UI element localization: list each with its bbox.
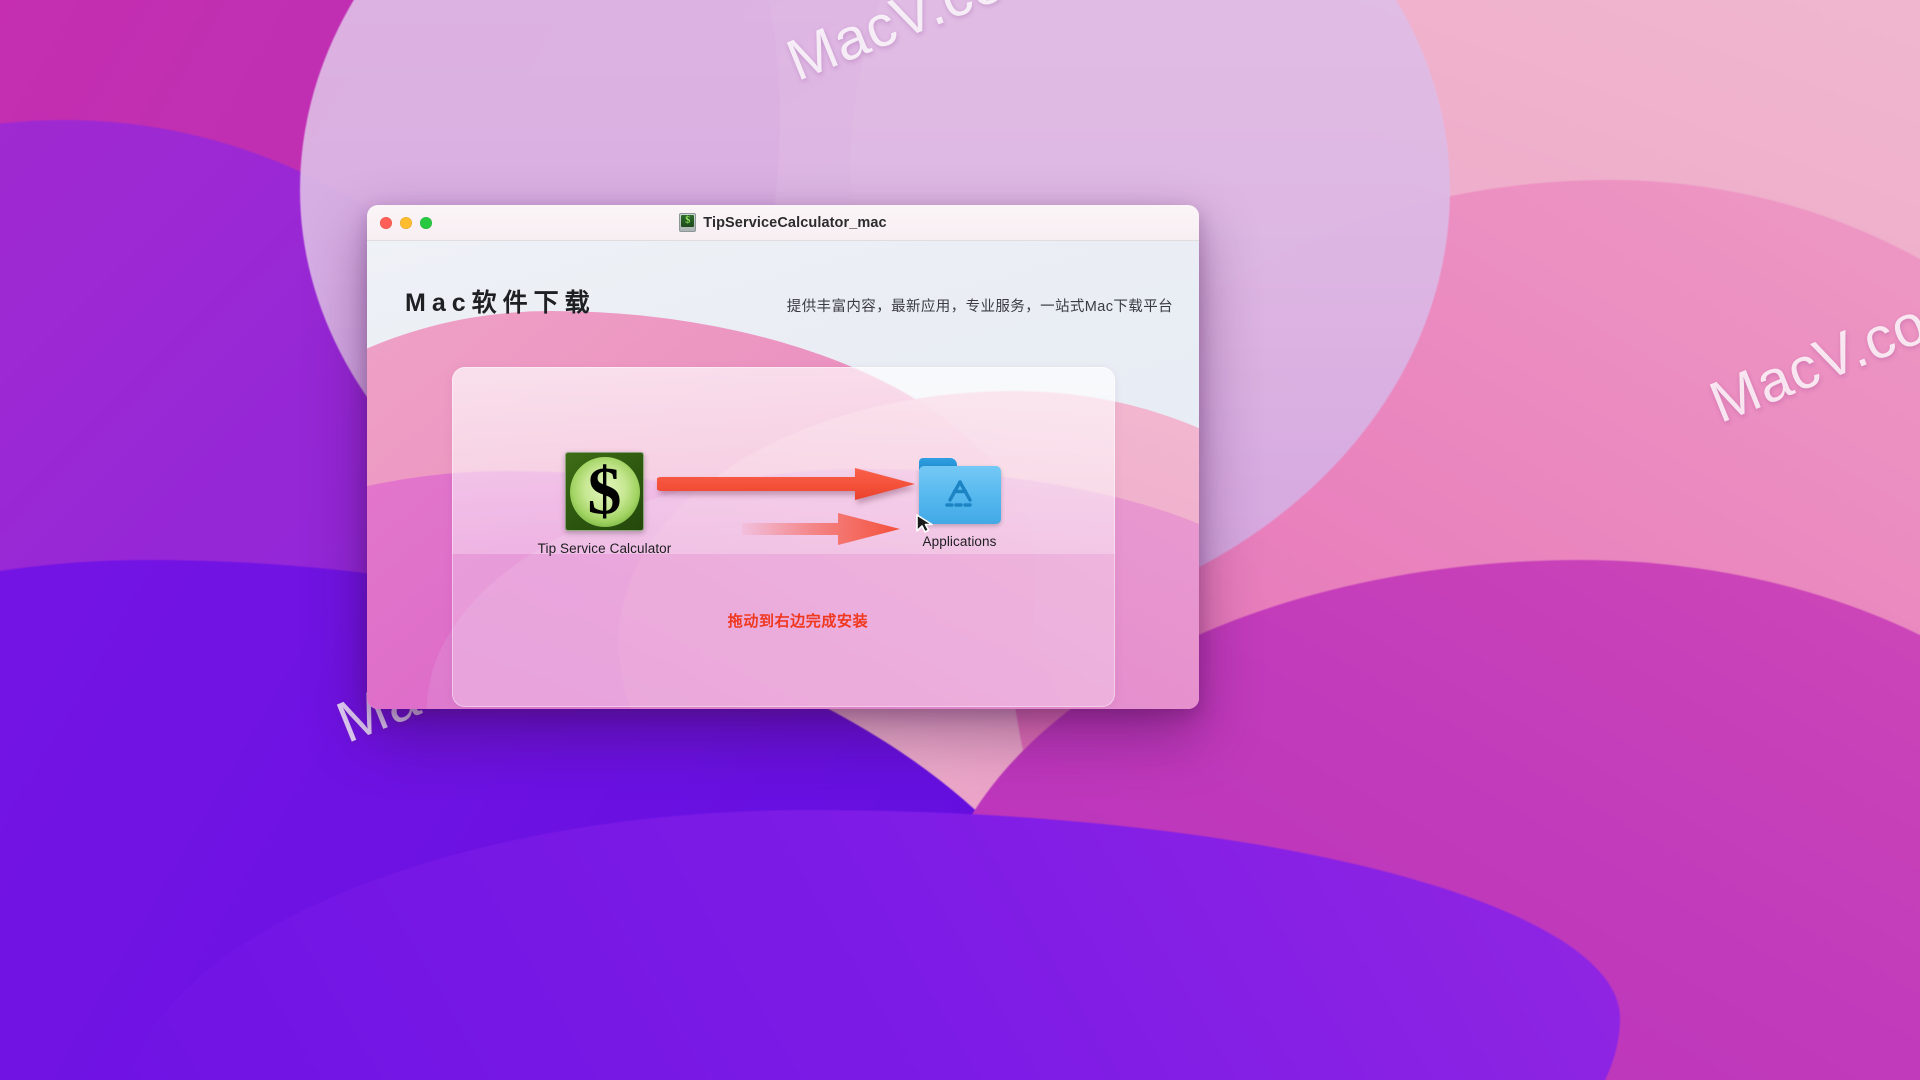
- traffic-light-buttons: [380, 216, 432, 229]
- dmg-installer-window[interactable]: $ TipServiceCalculator_mac Mac软件下载 提供丰富内…: [367, 205, 1199, 709]
- desktop-wallpaper: MacV.com MacV.com MacV.com $ TipServiceC…: [0, 0, 1920, 1080]
- applications-folder-label: Applications: [922, 534, 997, 549]
- installer-icon-row: $ Tip Service Calculator Applications 拖动…: [452, 367, 1115, 707]
- source-app-item[interactable]: $ Tip Service Calculator: [487, 452, 722, 556]
- drag-instruction-text: 拖动到右边完成安装: [727, 613, 869, 630]
- dollar-sign-app-icon[interactable]: $: [565, 452, 644, 531]
- brand-title: Mac软件下载: [405, 289, 596, 317]
- install-drop-panel: $ Tip Service Calculator Applications 拖动…: [452, 367, 1115, 707]
- alias-arrow-badge: [915, 514, 933, 533]
- dmg-icon-dollar-glyph: $: [685, 215, 691, 226]
- dmg-header: Mac软件下载 提供丰富内容，最新应用，专业服务，一站式Mac下载平台: [367, 241, 1199, 319]
- minimize-button[interactable]: [400, 216, 412, 229]
- window-titlebar[interactable]: $ TipServiceCalculator_mac: [367, 205, 1199, 241]
- applications-folder-item[interactable]: Applications: [842, 452, 1077, 549]
- app-store-logo-icon: [944, 480, 975, 507]
- close-button[interactable]: [380, 216, 392, 229]
- applications-folder-icon[interactable]: [915, 458, 1001, 533]
- app-icon-dollar-glyph: $: [587, 452, 622, 529]
- maximize-button[interactable]: [420, 216, 432, 229]
- brand-tagline: 提供丰富内容，最新应用，专业服务，一站式Mac下载平台: [786, 299, 1173, 315]
- source-app-label: Tip Service Calculator: [537, 541, 672, 556]
- dmg-disk-icon: $: [679, 213, 697, 232]
- dmg-window-body: Mac软件下载 提供丰富内容，最新应用，专业服务，一站式Mac下载平台 $ Ti…: [367, 241, 1199, 709]
- window-title-group: $ TipServiceCalculator_mac: [367, 213, 1199, 232]
- window-title: TipServiceCalculator_mac: [703, 214, 887, 231]
